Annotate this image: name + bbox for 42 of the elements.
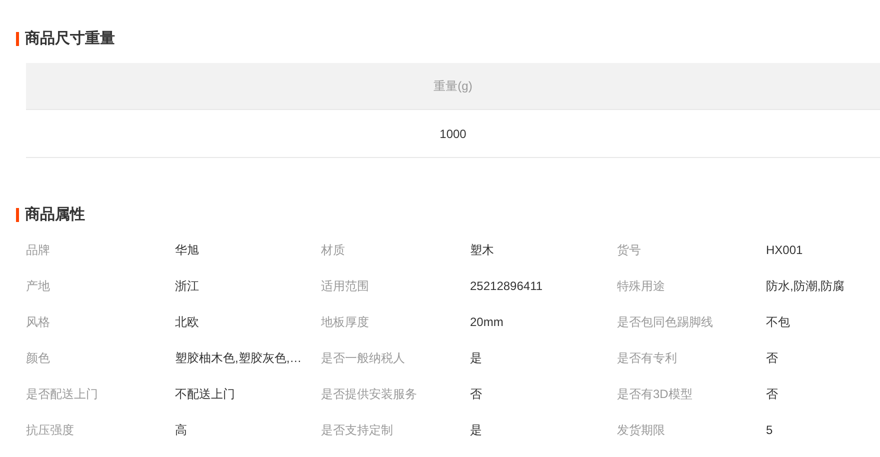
attribute-value: 是 — [470, 350, 483, 367]
attribute-value: 否 — [470, 386, 483, 403]
attribute-value: 浙江 — [175, 278, 200, 295]
title-accent-bar — [16, 208, 19, 222]
attribute-label: 是否一般纳税人 — [321, 350, 406, 367]
attribute-value: 20mm — [470, 314, 504, 331]
attribute-label: 颜色 — [26, 350, 51, 367]
attribute-label: 是否提供安装服务 — [321, 386, 418, 403]
attribute-value: 5 — [766, 422, 774, 439]
attribute-label: 风格 — [26, 314, 51, 331]
section-title: 商品尺寸重量 — [25, 28, 115, 49]
attribute-value: 否 — [766, 386, 779, 403]
attribute-value: 高 — [175, 422, 188, 439]
attribute-value: 塑胶柚木色,塑胶灰色,… — [175, 350, 303, 367]
table-cell-text: 1000 — [438, 126, 468, 142]
attribute-value: HX001 — [766, 242, 804, 259]
title-accent-bar — [16, 32, 19, 46]
attribute-value: 25212896411 — [470, 278, 544, 295]
attribute-label: 是否有3D模型 — [617, 386, 694, 403]
attribute-label: 品牌 — [26, 242, 51, 259]
attribute-value: 防水,防潮,防腐 — [766, 278, 846, 295]
attribute-label: 是否有专利 — [617, 350, 678, 367]
attribute-value: 塑木 — [470, 242, 495, 259]
attribute-value: 不包 — [766, 314, 791, 331]
attribute-value: 否 — [766, 350, 779, 367]
section-title: 商品属性 — [25, 204, 85, 225]
attribute-label: 产地 — [26, 278, 51, 295]
attribute-label: 是否配送上门 — [26, 386, 99, 403]
attribute-value: 北欧 — [175, 314, 200, 331]
column-header: 重量(g) — [432, 78, 474, 95]
attribute-value: 华旭 — [175, 242, 200, 259]
attribute-label: 发货期限 — [617, 422, 666, 439]
attribute-label: 适用范围 — [321, 278, 370, 295]
attribute-label: 是否支持定制 — [321, 422, 394, 439]
attribute-label: 货号 — [617, 242, 642, 259]
attribute-label: 材质 — [321, 242, 346, 259]
attribute-label: 是否包同色踢脚线 — [617, 314, 714, 331]
attribute-label: 特殊用途 — [617, 278, 666, 295]
attribute-value: 不配送上门 — [175, 386, 236, 403]
attribute-label: 抗压强度 — [26, 422, 75, 439]
attribute-label: 地板厚度 — [321, 314, 370, 331]
attribute-value: 是 — [470, 422, 483, 439]
